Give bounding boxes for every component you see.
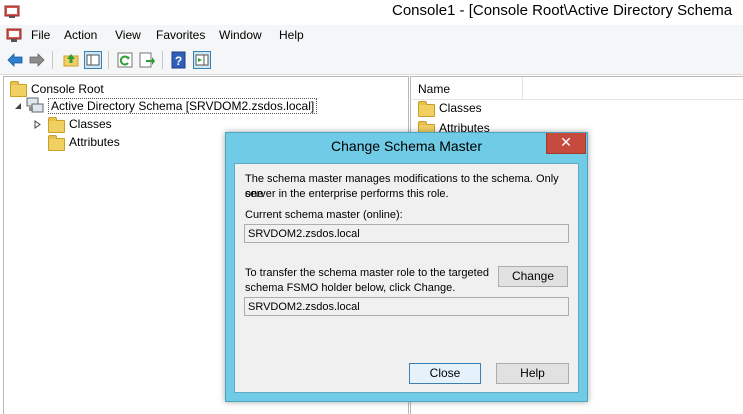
column-header-name[interactable]: Name xyxy=(418,82,450,96)
tree-item-label: Attributes xyxy=(69,135,120,149)
menu-bar: File Action View Favorites Window Help xyxy=(0,25,743,46)
list-item-label: Classes xyxy=(439,101,482,115)
toolbar-separator xyxy=(52,51,53,69)
console-menu-icon[interactable] xyxy=(6,28,22,43)
change-schema-master-dialog: Change Schema Master ✕ The schema master… xyxy=(225,132,588,402)
svg-text:?: ? xyxy=(175,54,182,68)
list-item[interactable]: Classes xyxy=(417,99,567,117)
description-line-2: server in the enterprise performs this r… xyxy=(245,188,449,200)
toolbar: ? xyxy=(0,46,743,75)
show-hide-tree-icon[interactable] xyxy=(84,51,102,69)
schema-snapin-icon xyxy=(26,97,44,113)
folder-icon xyxy=(418,101,435,117)
help-button[interactable]: Help xyxy=(496,363,569,384)
mmc-app-icon[interactable] xyxy=(4,4,20,20)
help-icon[interactable]: ? xyxy=(170,51,188,69)
dialog-body: The schema master manages modifications … xyxy=(234,163,579,393)
menu-action[interactable]: Action xyxy=(64,28,97,42)
tree-item-label: Classes xyxy=(69,117,112,131)
window-title: Console1 - [Console Root\Active Director… xyxy=(392,2,733,19)
dialog-close-button[interactable]: ✕ xyxy=(546,133,586,154)
collapsed-chevron-icon[interactable] xyxy=(34,120,41,129)
tree-item-console-root[interactable]: Console Root xyxy=(9,80,209,98)
change-button[interactable]: Change xyxy=(498,266,568,287)
menu-view[interactable]: View xyxy=(115,28,141,42)
target-fsmo-holder-field[interactable]: SRVDOM2.zsdos.local xyxy=(244,297,569,316)
tree-item-label: Console Root xyxy=(31,82,104,96)
dialog-title: Change Schema Master xyxy=(331,138,482,154)
export-list-icon[interactable] xyxy=(138,51,156,69)
folder-icon xyxy=(48,135,65,151)
refresh-icon[interactable] xyxy=(116,51,134,69)
current-master-field[interactable]: SRVDOM2.zsdos.local xyxy=(244,224,569,243)
toolbar-separator xyxy=(162,51,163,69)
menu-favorites[interactable]: Favorites xyxy=(156,28,205,42)
menu-file[interactable]: File xyxy=(31,28,50,42)
menu-help[interactable]: Help xyxy=(279,28,304,42)
up-folder-icon[interactable] xyxy=(62,51,80,69)
transfer-instruction-line-2: schema FSMO holder below, click Change. xyxy=(245,282,456,294)
list-header: Name xyxy=(411,77,743,100)
current-master-label: Current schema master (online): xyxy=(245,209,403,221)
column-divider[interactable] xyxy=(522,77,523,99)
folder-icon xyxy=(10,81,27,97)
tree-item-active-directory-schema[interactable]: Active Directory Schema [SRVDOM2.zsdos.l… xyxy=(14,97,318,115)
close-button[interactable]: Close xyxy=(409,363,481,384)
forward-arrow-icon[interactable] xyxy=(28,51,46,69)
folder-icon xyxy=(48,117,65,133)
show-action-pane-icon[interactable] xyxy=(193,51,211,69)
toolbar-separator xyxy=(108,51,109,69)
title-bar: Console1 - [Console Root\Active Director… xyxy=(0,0,743,25)
tree-item-label: Active Directory Schema [SRVDOM2.zsdos.l… xyxy=(48,98,318,114)
tree-item-classes[interactable]: Classes xyxy=(34,115,184,133)
tree-item-attributes[interactable]: Attributes xyxy=(34,133,184,151)
expanded-chevron-icon[interactable] xyxy=(14,102,22,110)
menu-window[interactable]: Window xyxy=(219,28,262,42)
back-arrow-icon[interactable] xyxy=(6,51,24,69)
transfer-instruction-line-1: To transfer the schema master role to th… xyxy=(245,267,489,279)
